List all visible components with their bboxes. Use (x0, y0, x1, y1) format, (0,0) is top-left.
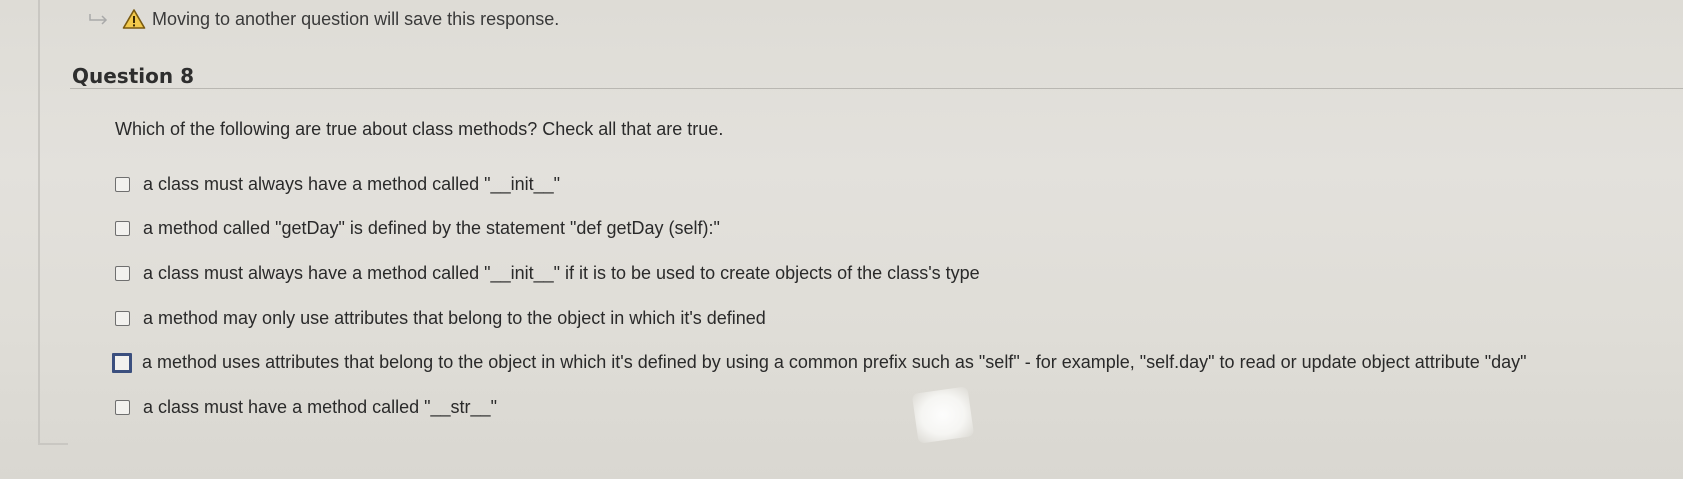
arrow-right-icon (89, 14, 108, 25)
checkbox[interactable] (115, 265, 130, 281)
quiz-page: Moving to another question will save thi… (0, 0, 1683, 479)
question-prompt: Which of the following are true about cl… (115, 119, 724, 139)
save-warning: Moving to another question will save thi… (88, 6, 559, 32)
answer-label[interactable]: a method called "getDay" is defined by t… (143, 218, 720, 239)
answer-label[interactable]: a method may only use attributes that be… (143, 308, 766, 329)
checkbox-focused[interactable] (112, 352, 132, 373)
checkbox[interactable] (115, 310, 130, 326)
answer-label[interactable]: a class must always have a method called… (143, 263, 980, 284)
answer-option[interactable]: a class must always have a method called… (115, 162, 1527, 207)
answer-option[interactable]: a class must have a method called "__str… (115, 385, 1527, 430)
answer-option[interactable]: a method uses attributes that belong to … (112, 340, 1527, 385)
content-border-foot (38, 443, 68, 445)
answer-options: a class must always have a method called… (112, 162, 1527, 430)
question-divider (70, 88, 1683, 89)
answer-label[interactable]: a class must always have a method called… (143, 174, 560, 195)
warning-message: Moving to another question will save thi… (152, 8, 560, 29)
checkbox[interactable] (115, 221, 130, 237)
answer-label[interactable]: a method uses attributes that belong to … (142, 352, 1527, 373)
question-title: Question 8 (72, 64, 194, 88)
content-left-border (38, 0, 40, 445)
screen-glare (911, 386, 975, 444)
answer-option[interactable]: a class must always have a method called… (115, 251, 1527, 296)
answer-label[interactable]: a class must have a method called "__str… (143, 397, 497, 418)
checkbox[interactable] (115, 399, 130, 415)
answer-option[interactable]: a method called "getDay" is defined by t… (115, 207, 1527, 252)
warning-triangle-icon (122, 9, 146, 29)
answer-option[interactable]: a method may only use attributes that be… (115, 296, 1527, 341)
checkbox[interactable] (115, 176, 130, 192)
